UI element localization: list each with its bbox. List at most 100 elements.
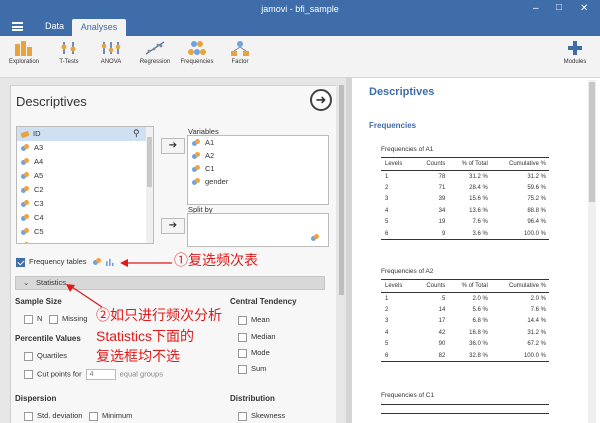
- ribbon-regression[interactable]: Regression: [137, 40, 173, 65]
- mode-option[interactable]: Mode: [238, 348, 270, 358]
- minimum-checkbox[interactable]: [89, 411, 98, 421]
- quartiles-checkbox[interactable]: [24, 351, 33, 361]
- statistics-section-header[interactable]: ⌄ Statistics: [15, 276, 325, 290]
- bar-chart-icon: [105, 258, 114, 267]
- dispersion-heading: Dispersion: [15, 394, 57, 403]
- mean-option[interactable]: Mean: [238, 315, 270, 325]
- std-deviation-checkbox[interactable]: [24, 411, 33, 421]
- list-item[interactable]: E1: [17, 239, 153, 243]
- options-scrollbar[interactable]: [338, 85, 345, 423]
- tab-analyses[interactable]: Analyses: [72, 19, 126, 36]
- list-item[interactable]: A5: [17, 169, 153, 183]
- list-item[interactable]: A2: [188, 149, 328, 162]
- n-checkbox[interactable]: [24, 314, 33, 324]
- column-header: % of Total: [448, 157, 491, 171]
- minimum-option[interactable]: Minimum: [89, 411, 132, 421]
- results-title: Descriptives: [369, 86, 435, 98]
- list-item[interactable]: C3: [17, 197, 153, 211]
- close-icon[interactable]: ✕: [580, 3, 588, 14]
- ribbon-factor[interactable]: Factor: [224, 40, 256, 65]
- std-deviation-option[interactable]: Std. deviation: [24, 411, 82, 421]
- list-item[interactable]: A1: [188, 136, 328, 149]
- move-to-split-by-button[interactable]: ➔: [161, 218, 185, 234]
- missing-checkbox[interactable]: [49, 314, 58, 324]
- ribbon-label-t-tests: T-Tests: [59, 59, 79, 65]
- scrollbar-thumb[interactable]: [147, 137, 152, 187]
- list-item[interactable]: C1: [188, 162, 328, 175]
- ribbon-exploration[interactable]: Exploration: [6, 40, 42, 65]
- column-header: Cumulative %: [490, 157, 549, 171]
- mean-checkbox[interactable]: [238, 315, 247, 325]
- table-caption: Frequencies of A1: [381, 146, 434, 153]
- run-arrow-button[interactable]: ➜: [310, 89, 332, 111]
- list-item[interactable]: C4: [17, 211, 153, 225]
- variables-target-list[interactable]: A1 A2 C1 gender: [187, 135, 329, 205]
- move-to-variables-button[interactable]: ➔: [161, 138, 185, 154]
- skewness-option[interactable]: Skewness: [238, 411, 285, 421]
- ribbon-label-exploration: Exploration: [8, 59, 40, 65]
- list-item[interactable]: A3: [17, 141, 153, 155]
- results-scrollbar[interactable]: [588, 80, 596, 423]
- results-subtitle: Frequencies: [369, 121, 417, 130]
- table-row: 4 42 16.8 % 31.2 %: [385, 329, 546, 336]
- cut-points-input[interactable]: 4: [85, 369, 116, 380]
- missing-option[interactable]: Missing: [49, 314, 87, 324]
- scrollbar-thumb[interactable]: [339, 85, 344, 295]
- source-variable-list[interactable]: ID A3 A4 A5 C2 C3 C4 C5 E1: [16, 126, 154, 244]
- column-header: Counts: [416, 279, 449, 293]
- cut-points-checkbox[interactable]: [24, 370, 33, 379]
- anova-icon: [101, 42, 121, 54]
- tab-data[interactable]: Data: [45, 21, 64, 31]
- list-item[interactable]: C5: [17, 225, 153, 239]
- sum-checkbox[interactable]: [238, 364, 247, 374]
- ribbon-t-tests[interactable]: T-Tests: [52, 40, 86, 65]
- scrollbar-thumb[interactable]: [589, 82, 595, 202]
- frequency-tables-option[interactable]: Frequency tables: [16, 257, 114, 267]
- ordinal-variable-icon: [21, 172, 30, 180]
- table-row: 3 39 15.6 % 75.2 %: [385, 196, 546, 203]
- minimize-icon[interactable]: –: [533, 3, 539, 14]
- table-row: 1 5 2.0 % 2.0 %: [385, 295, 546, 302]
- table-caption: Frequencies of C1: [381, 392, 435, 399]
- list-item[interactable]: gender: [188, 175, 328, 188]
- panel-title: Descriptives: [16, 94, 87, 109]
- ordinal-variable-icon: [192, 152, 201, 160]
- t-tests-icon: [61, 42, 76, 54]
- variable-list-scrollbar[interactable]: [146, 127, 153, 243]
- ordinal-variable-icon: [21, 214, 30, 222]
- mode-checkbox[interactable]: [238, 348, 247, 358]
- search-icon[interactable]: ⚲: [133, 128, 140, 139]
- ordinal-variable-icon: [21, 158, 30, 166]
- ordinal-variable-icon: [21, 186, 30, 194]
- ribbon-label-factor: Factor: [231, 59, 249, 65]
- sum-option[interactable]: Sum: [238, 364, 266, 374]
- skewness-checkbox[interactable]: [238, 411, 247, 421]
- annotation-arrow: [120, 259, 172, 267]
- quartiles-option[interactable]: Quartiles: [24, 351, 67, 361]
- plus-icon: [568, 41, 582, 55]
- nominal-variable-icon: [92, 258, 102, 266]
- analyses-ribbon: Exploration T-Tests ANOVA Regression Fre…: [0, 36, 600, 78]
- ribbon-label-regression: Regression: [139, 59, 171, 65]
- ribbon-anova[interactable]: ANOVA: [94, 40, 128, 65]
- split-by-target-list[interactable]: [187, 213, 329, 247]
- ribbon-modules[interactable]: Modules: [558, 40, 592, 65]
- table-row: 1 78 31.2 % 31.2 %: [385, 173, 546, 180]
- median-checkbox[interactable]: [238, 332, 247, 342]
- ordinal-variable-icon: [21, 144, 30, 152]
- list-item[interactable]: C2: [17, 183, 153, 197]
- median-option[interactable]: Median: [238, 332, 276, 342]
- title-bar: jamovi - bfi_sample – □ ✕: [0, 0, 600, 18]
- ordinal-variable-icon: [21, 228, 30, 236]
- n-option[interactable]: N: [24, 314, 42, 324]
- cut-points-option[interactable]: Cut points for 4 equal groups: [24, 369, 163, 380]
- ordinal-variable-icon: [21, 242, 30, 243]
- ribbon-frequencies[interactable]: Frequencies: [178, 40, 216, 65]
- ordinal-variable-icon: [192, 165, 201, 173]
- column-header: Cumulative %: [490, 279, 549, 293]
- table-row: 6 82 32.8 % 100.0 %: [381, 350, 549, 362]
- hamburger-menu-icon[interactable]: [12, 22, 23, 31]
- frequency-tables-checkbox[interactable]: [16, 257, 25, 267]
- maximize-icon[interactable]: □: [556, 2, 562, 13]
- list-item[interactable]: A4: [17, 155, 153, 169]
